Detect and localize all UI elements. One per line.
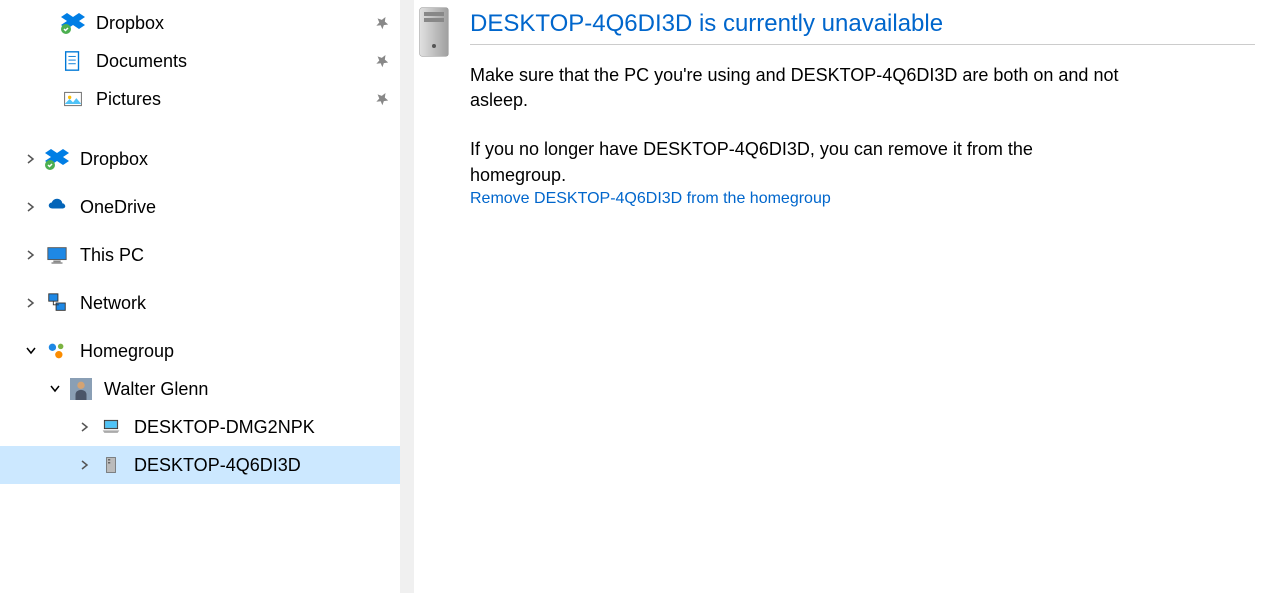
pictures-icon [60, 86, 86, 112]
sidebar-item-onedrive[interactable]: OneDrive [0, 188, 400, 226]
sidebar-item-documents[interactable]: Documents [0, 42, 400, 80]
sidebar-item-label: Documents [96, 51, 372, 72]
user-avatar-icon [68, 376, 94, 402]
dropbox-icon [44, 146, 70, 172]
sidebar-item-homegroup[interactable]: Homegroup [0, 332, 400, 370]
thispc-icon [44, 242, 70, 268]
sidebar-item-device-selected[interactable]: DESKTOP-4Q6DI3D [0, 446, 400, 484]
homegroup-icon [44, 338, 70, 364]
chevron-right-icon[interactable] [78, 420, 92, 434]
sidebar-item-network[interactable]: Network [0, 284, 400, 322]
network-icon [44, 290, 70, 316]
sidebar-item-label: Dropbox [80, 149, 392, 170]
pin-icon[interactable] [368, 9, 395, 36]
message-text: If you no longer have DESKTOP-4Q6DI3D, y… [470, 137, 1130, 187]
sidebar-item-label: Homegroup [80, 341, 392, 362]
dropbox-icon [60, 10, 86, 36]
sidebar-item-dropbox-quick[interactable]: Dropbox [0, 4, 400, 42]
sidebar-item-thispc[interactable]: This PC [0, 236, 400, 274]
pin-icon[interactable] [368, 85, 395, 112]
sidebar-item-label: Pictures [96, 89, 372, 110]
chevron-right-icon[interactable] [24, 152, 38, 166]
sidebar-item-device[interactable]: DESKTOP-DMG2NPK [0, 408, 400, 446]
sidebar-item-label: DESKTOP-DMG2NPK [134, 417, 392, 438]
sidebar-item-label: OneDrive [80, 197, 392, 218]
chevron-right-icon[interactable] [24, 296, 38, 310]
desktop-icon [98, 452, 124, 478]
computer-tower-icon [414, 6, 454, 58]
onedrive-icon [44, 194, 70, 220]
chevron-down-icon[interactable] [48, 382, 62, 396]
sidebar-item-label: Dropbox [96, 13, 372, 34]
content-pane: DESKTOP-4Q6DI3D is currently unavailable… [400, 0, 1285, 593]
sidebar-item-label: Network [80, 293, 392, 314]
content-title: DESKTOP-4Q6DI3D is currently unavailable [470, 10, 1255, 38]
sidebar-item-label: This PC [80, 245, 392, 266]
sidebar-item-label: Walter Glenn [104, 379, 392, 400]
divider [470, 44, 1255, 45]
sidebar-item-user[interactable]: Walter Glenn [0, 370, 400, 408]
sidebar-item-dropbox[interactable]: Dropbox [0, 140, 400, 178]
laptop-icon [98, 414, 124, 440]
remove-from-homegroup-link[interactable]: Remove DESKTOP-4Q6DI3D from the homegrou… [470, 190, 1255, 208]
chevron-down-icon[interactable] [24, 344, 38, 358]
chevron-right-icon[interactable] [24, 200, 38, 214]
documents-icon [60, 48, 86, 74]
sidebar-item-pictures[interactable]: Pictures [0, 80, 400, 118]
chevron-right-icon[interactable] [24, 248, 38, 262]
chevron-right-icon[interactable] [78, 458, 92, 472]
pin-icon[interactable] [368, 47, 395, 74]
message-text: Make sure that the PC you're using and D… [470, 63, 1130, 113]
navigation-sidebar: Dropbox Documents Pictures Dropbox [0, 0, 400, 593]
sidebar-item-label: DESKTOP-4Q6DI3D [134, 455, 392, 476]
